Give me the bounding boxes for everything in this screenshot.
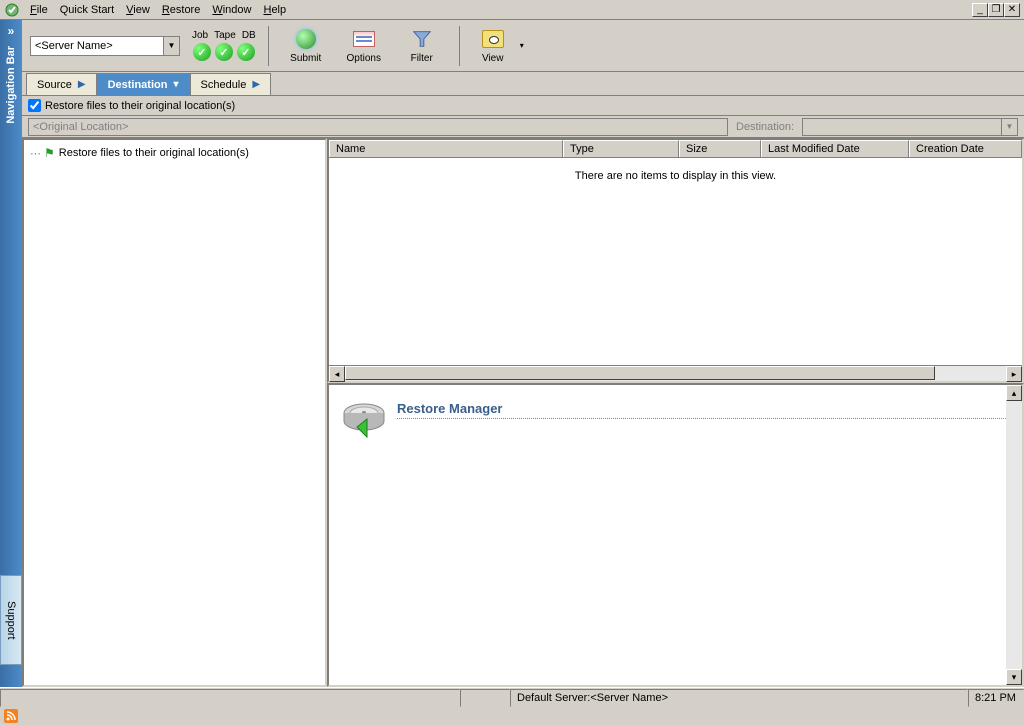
rss-icon[interactable]: [4, 709, 18, 723]
close-button[interactable]: ✕: [1004, 3, 1020, 17]
tab-source-label: Source: [37, 79, 72, 91]
list-pane: Name Type Size Last Modified Date Creati…: [327, 138, 1024, 383]
tab-schedule-label: Schedule: [201, 79, 247, 91]
scroll-up-button[interactable]: ▴: [1006, 385, 1022, 401]
original-location-field: <Original Location>: [28, 118, 728, 136]
filter-label: Filter: [411, 53, 433, 64]
toolbar-separator: [268, 26, 269, 66]
scroll-left-button[interactable]: ◂: [329, 366, 345, 382]
tab-schedule[interactable]: Schedule ▶: [190, 73, 272, 95]
app-icon: [4, 2, 20, 18]
minimize-button[interactable]: _: [972, 3, 988, 17]
funnel-icon: [410, 27, 434, 51]
status-db-label: DB: [242, 30, 256, 41]
view-dropdown-arrow[interactable]: ▾: [520, 41, 524, 50]
tree-root-label: Restore files to their original location…: [59, 147, 249, 159]
horizontal-scrollbar[interactable]: ◂ ▸: [329, 365, 1022, 381]
flag-icon: ⚑: [44, 146, 55, 160]
support-label: Support: [5, 601, 17, 640]
empty-message: There are no items to display in this vi…: [575, 170, 776, 182]
menu-help[interactable]: Help: [257, 2, 292, 18]
submit-label: Submit: [290, 53, 321, 64]
menu-view[interactable]: View: [120, 2, 156, 18]
workspace: ⋯ ⚑ Restore files to their original loca…: [22, 138, 1024, 687]
options-label: Options: [346, 53, 380, 64]
destination-dropdown[interactable]: ▼: [802, 118, 1018, 136]
restore-original-label: Restore files to their original location…: [45, 100, 235, 112]
window-controls: _ ❐ ✕: [972, 3, 1020, 17]
status-cell-2: [460, 689, 510, 707]
status-cell-1: [0, 689, 460, 707]
column-headers: Name Type Size Last Modified Date Creati…: [329, 140, 1022, 158]
toolbar-separator: [459, 26, 460, 66]
tree-connector: ⋯: [30, 147, 40, 160]
chevron-down-icon[interactable]: ▼: [163, 37, 179, 55]
col-type[interactable]: Type: [563, 140, 679, 157]
menu-restore[interactable]: Restore: [156, 2, 207, 18]
scroll-track[interactable]: [345, 366, 1006, 381]
tab-destination-label: Destination: [108, 79, 168, 91]
status-server: Default Server:<Server Name>: [510, 689, 968, 707]
status-tape-ok-icon: ✓: [215, 43, 233, 61]
options-icon: [353, 31, 375, 47]
restore-button[interactable]: ❐: [988, 3, 1004, 17]
status-tape-label: Tape: [214, 30, 236, 41]
tree-pane[interactable]: ⋯ ⚑ Restore files to their original loca…: [22, 138, 327, 687]
view-button[interactable]: View: [472, 22, 514, 70]
chevron-right-icon: ▶: [252, 79, 260, 90]
server-value: <Server Name>: [35, 40, 113, 52]
scroll-right-button[interactable]: ▸: [1006, 366, 1022, 382]
menu-quickstart[interactable]: Quick Start: [54, 2, 120, 18]
scroll-down-button[interactable]: ▾: [1006, 669, 1022, 685]
tab-destination[interactable]: Destination ▾: [97, 73, 190, 95]
tabs: Source ▶ Destination ▾ Schedule ▶: [22, 72, 1024, 96]
chevron-down-icon: ▾: [173, 79, 178, 90]
list-body: There are no items to display in this vi…: [329, 158, 1022, 365]
destination-label: Destination:: [736, 121, 794, 133]
restore-original-checkbox[interactable]: [28, 99, 41, 112]
submit-button[interactable]: Submit: [281, 22, 331, 70]
col-lastmod[interactable]: Last Modified Date: [761, 140, 909, 157]
status-job-ok-icon: ✓: [193, 43, 211, 61]
restore-original-row: Restore files to their original location…: [22, 96, 1024, 116]
submit-icon: [296, 29, 316, 49]
menu-window[interactable]: Window: [206, 2, 257, 18]
col-creation[interactable]: Creation Date: [909, 140, 1022, 157]
options-button[interactable]: Options: [339, 22, 389, 70]
chevron-down-icon[interactable]: ▼: [1001, 119, 1017, 135]
status-db-ok-icon: ✓: [237, 43, 255, 61]
status-time: 8:21 PM: [968, 689, 1024, 707]
col-name[interactable]: Name: [329, 140, 563, 157]
server-dropdown[interactable]: <Server Name> ▼: [30, 36, 180, 56]
hard-disk-icon: [339, 395, 389, 445]
nav-label: Navigation Bar: [5, 46, 17, 124]
detail-pane: Restore Manager ▴ ▾: [327, 383, 1024, 687]
scroll-thumb[interactable]: [345, 366, 935, 380]
status-group: Job Tape DB ✓ ✓ ✓: [192, 30, 256, 61]
status-bar: Default Server:<Server Name> 8:21 PM: [0, 687, 1024, 707]
col-size[interactable]: Size: [679, 140, 761, 157]
menu-file[interactable]: File: [24, 2, 54, 18]
nav-expand-icon[interactable]: »: [8, 24, 15, 38]
rss-row: [0, 707, 1024, 725]
filter-button[interactable]: Filter: [397, 22, 447, 70]
toolbar: <Server Name> ▼ Job Tape DB ✓ ✓ ✓ Submit: [22, 20, 1024, 72]
tree-root-item[interactable]: ⋯ ⚑ Restore files to their original loca…: [28, 144, 321, 162]
support-tab[interactable]: Support: [0, 575, 22, 665]
detail-title: Restore Manager: [397, 401, 1012, 419]
original-location-value: <Original Location>: [33, 121, 128, 133]
status-job-label: Job: [192, 30, 208, 41]
vertical-scrollbar[interactable]: ▴ ▾: [1006, 385, 1022, 685]
tab-source[interactable]: Source ▶: [26, 73, 97, 95]
view-label: View: [482, 53, 504, 64]
destination-path-row: <Original Location> Destination: ▼: [22, 116, 1024, 138]
chevron-right-icon: ▶: [78, 79, 86, 90]
scroll-track[interactable]: [1006, 401, 1022, 669]
menu-bar: File Quick Start View Restore Window Hel…: [0, 0, 1024, 20]
eye-icon: [482, 30, 504, 48]
